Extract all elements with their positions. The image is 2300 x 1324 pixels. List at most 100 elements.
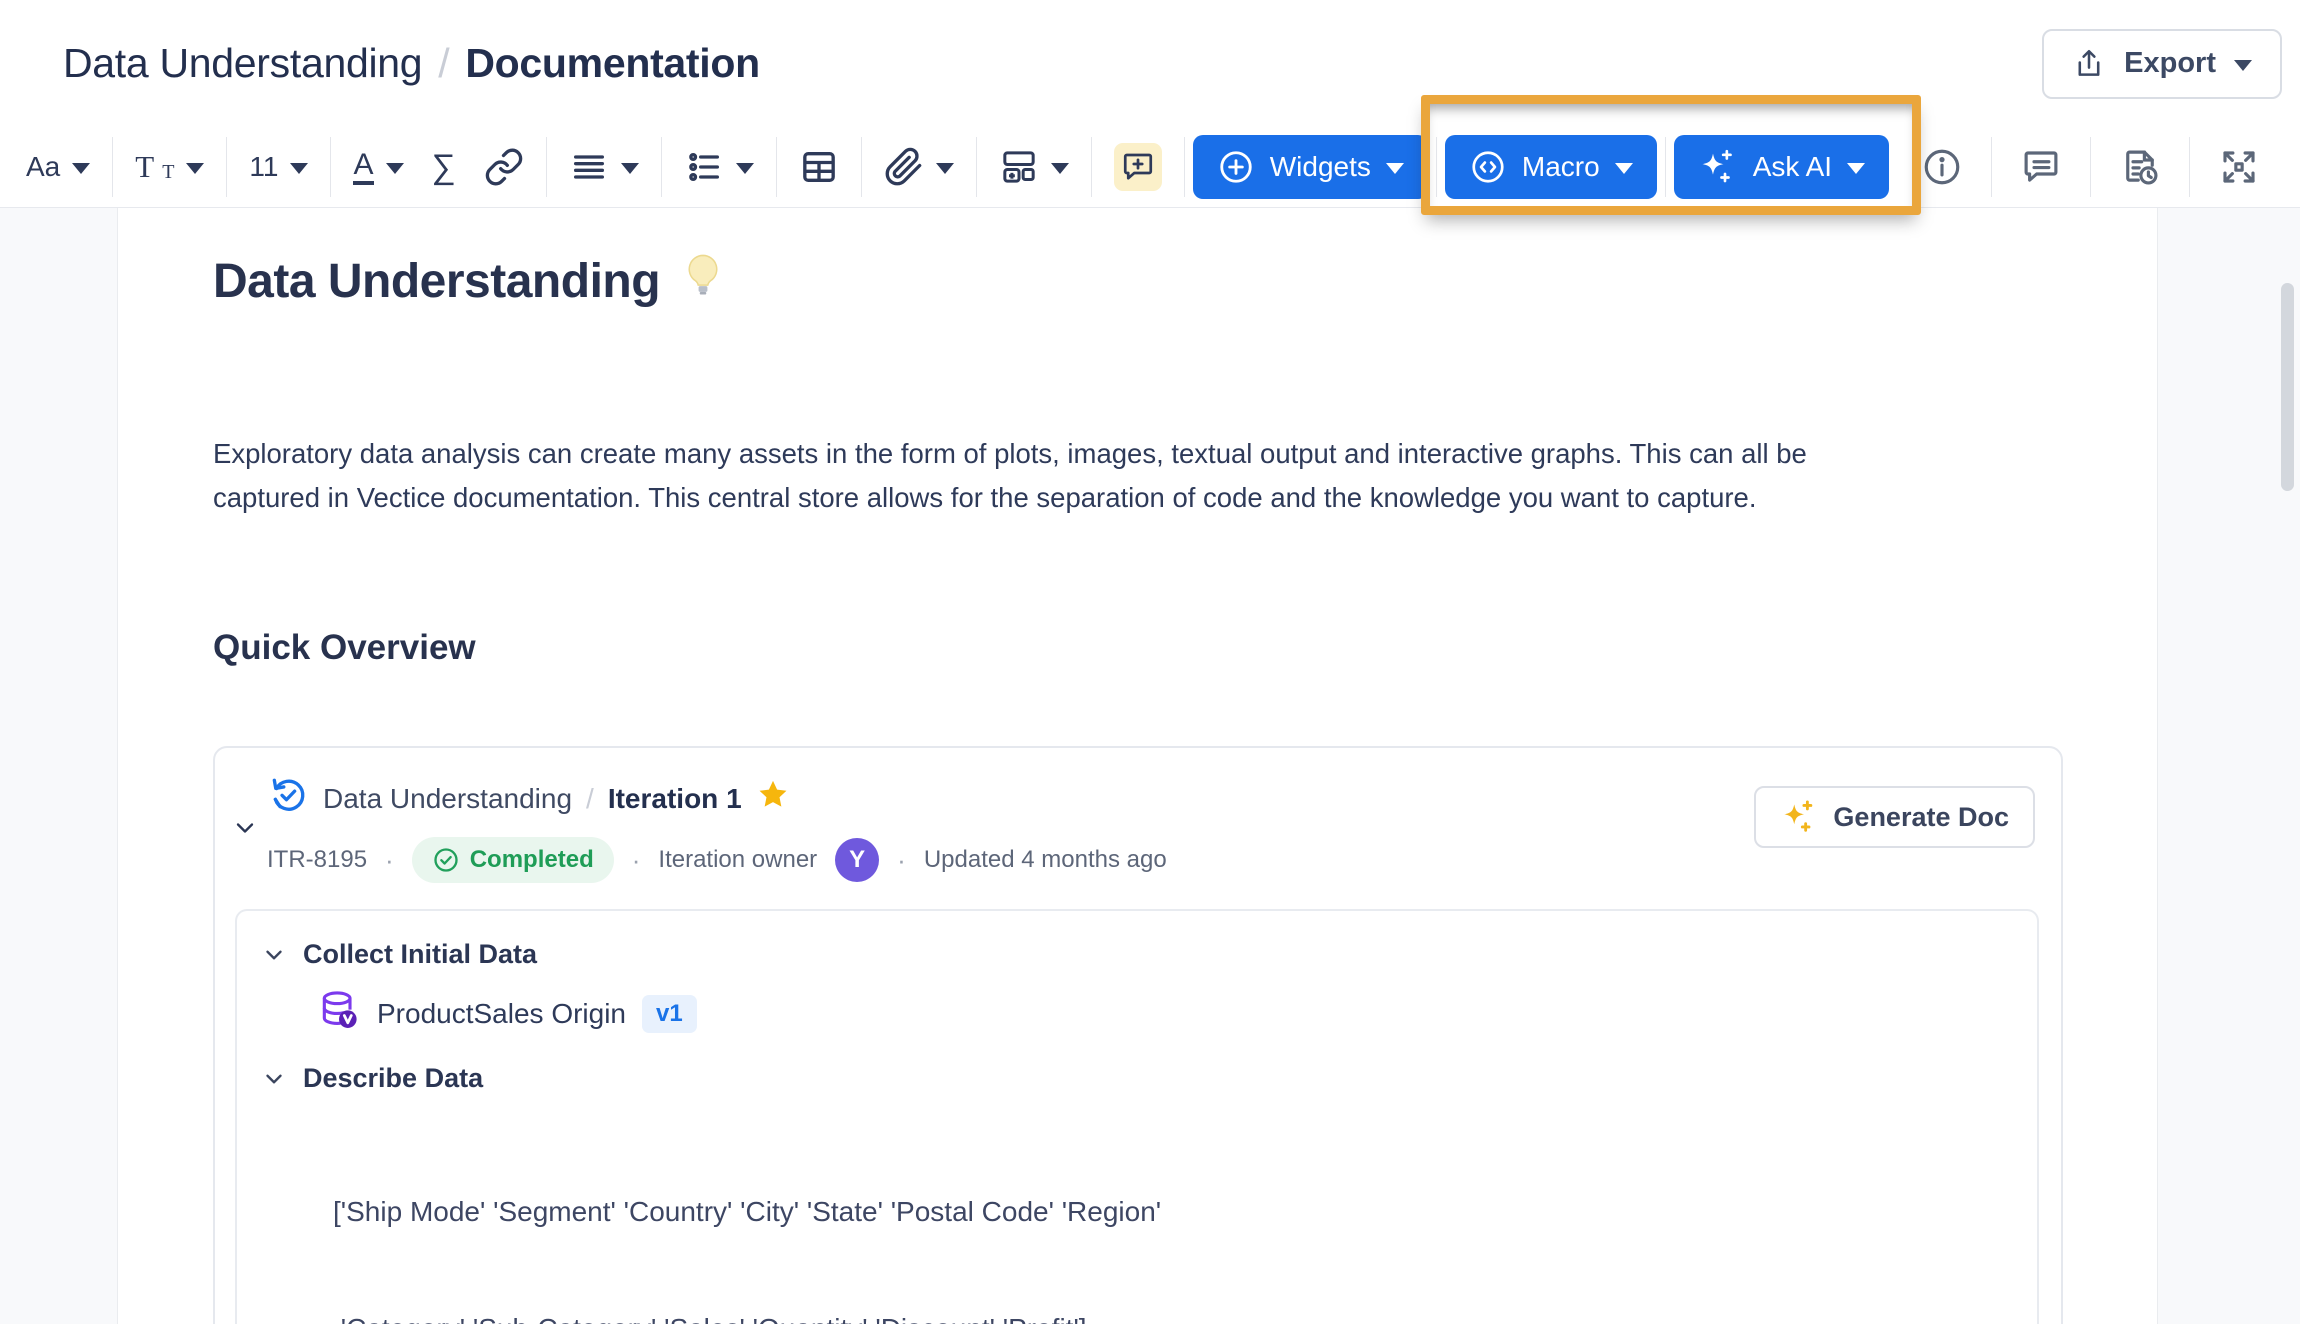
document-paragraph[interactable]: Exploratory data analysis can create man… xyxy=(213,432,2062,520)
text-type-dropdown[interactable]: T T xyxy=(121,149,218,185)
info-button[interactable] xyxy=(1901,146,1983,188)
toolbar-divider xyxy=(861,137,862,197)
font-size-value: 11 xyxy=(249,151,278,183)
widgets-label: Widgets xyxy=(1270,151,1371,183)
layout-dropdown[interactable] xyxy=(985,147,1083,187)
iteration-card-header: Data Understanding / Iteration 1 ITR-819… xyxy=(215,748,2061,883)
link-icon xyxy=(484,147,524,187)
status-badge: Completed xyxy=(412,837,614,883)
iteration-phase-link[interactable]: Data Understanding xyxy=(323,783,572,815)
table-button[interactable] xyxy=(785,147,853,187)
describe-data-output: ['Ship Mode' 'Segment' 'Country' 'City' … xyxy=(333,1114,2007,1324)
toolbar-divider xyxy=(546,137,547,197)
toolbar-divider xyxy=(2090,137,2091,197)
chevron-down-icon xyxy=(736,163,754,174)
dataset-name[interactable]: ProductSales Origin xyxy=(377,998,626,1030)
toolbar-divider xyxy=(112,137,113,197)
editor-toolbar: Aa T T 11 A ∑ xyxy=(0,127,2300,208)
font-style-label: Aa xyxy=(26,151,60,183)
text-color-dropdown[interactable]: A xyxy=(339,149,417,185)
chevron-down-icon xyxy=(386,163,404,174)
app-header: Data Understanding / Documentation Expor… xyxy=(0,0,2300,127)
macro-label: Macro xyxy=(1522,151,1600,183)
generate-doc-button[interactable]: Generate Doc xyxy=(1754,786,2035,848)
chevron-down-icon xyxy=(1847,163,1865,174)
text-color-icon: A xyxy=(353,149,373,185)
ask-ai-button[interactable]: Ask AI xyxy=(1674,135,1889,199)
comment-icon xyxy=(2020,146,2062,188)
toolbar-divider xyxy=(226,137,227,197)
iteration-breadcrumb: Data Understanding / Iteration 1 xyxy=(267,774,1167,823)
document-canvas: Data Understanding Exploratory data anal… xyxy=(0,208,2300,1324)
document-title-text: Data Understanding xyxy=(213,254,660,309)
toolbar-divider xyxy=(976,137,977,197)
info-icon xyxy=(1921,146,1963,188)
document-page[interactable]: Data Understanding Exploratory data anal… xyxy=(117,208,2158,1324)
iteration-name[interactable]: Iteration 1 xyxy=(608,783,742,815)
generate-doc-label: Generate Doc xyxy=(1833,802,2009,833)
align-icon xyxy=(569,147,609,187)
iteration-widget-card: Data Understanding / Iteration 1 ITR-819… xyxy=(213,746,2063,1324)
iteration-meta-row: ITR-8195 · Completed · Iteration owner Y… xyxy=(267,837,1167,883)
step-collect-initial-data[interactable]: Collect Initial Data xyxy=(261,939,2007,970)
export-button[interactable]: Export xyxy=(2042,29,2282,99)
export-icon xyxy=(2072,47,2106,81)
font-size-dropdown[interactable]: 11 xyxy=(235,151,322,183)
export-caret-icon xyxy=(2234,60,2252,71)
updated-timestamp: Updated 4 months ago xyxy=(924,846,1167,874)
overview-heading: Quick Overview xyxy=(213,628,2062,668)
toolbar-divider xyxy=(1991,137,1992,197)
link-button[interactable] xyxy=(470,147,538,187)
formula-icon: ∑ xyxy=(432,148,456,187)
chevron-down-icon xyxy=(1051,163,1069,174)
text-type-icon: T xyxy=(135,149,154,185)
breadcrumb: Data Understanding / Documentation xyxy=(63,40,760,87)
step-describe-data[interactable]: Describe Data xyxy=(261,1063,2007,1094)
toolbar-divider xyxy=(2189,137,2190,197)
highlight-annotation-group: Macro Ask AI xyxy=(1445,135,1889,199)
attachment-dropdown[interactable] xyxy=(870,147,968,187)
dataset-version-badge[interactable]: v1 xyxy=(642,995,697,1033)
breadcrumb-separator: / xyxy=(438,40,449,87)
toolbar-divider xyxy=(1091,137,1092,197)
toolbar-divider xyxy=(1436,137,1437,197)
chevron-down-icon xyxy=(290,163,308,174)
dataset-asset-row[interactable]: ProductSales Origin v1 xyxy=(317,988,2007,1039)
chevron-down-icon xyxy=(72,163,90,174)
fullscreen-button[interactable] xyxy=(2198,146,2280,188)
chevron-down-icon xyxy=(1386,163,1404,174)
widgets-button[interactable]: Widgets xyxy=(1193,135,1428,199)
document-title: Data Understanding xyxy=(213,252,2062,310)
star-icon[interactable] xyxy=(756,778,790,819)
avatar[interactable]: Y xyxy=(835,838,879,882)
macro-button[interactable]: Macro xyxy=(1445,135,1657,199)
chevron-down-icon xyxy=(1615,163,1633,174)
dataset-version-icon xyxy=(317,988,361,1039)
breadcrumb-project[interactable]: Data Understanding xyxy=(63,40,422,87)
paperclip-icon xyxy=(884,147,924,187)
table-icon xyxy=(799,147,839,187)
formula-button[interactable]: ∑ xyxy=(418,148,470,187)
toolbar-divider xyxy=(661,137,662,197)
version-history-button[interactable] xyxy=(2099,146,2181,188)
bulb-icon xyxy=(680,252,726,310)
add-comment-icon xyxy=(1114,143,1162,191)
list-dropdown[interactable] xyxy=(670,147,768,187)
comments-button[interactable] xyxy=(2000,146,2082,188)
layout-icon xyxy=(999,147,1039,187)
iteration-id: ITR-8195 xyxy=(267,846,367,874)
toolbar-divider xyxy=(1665,137,1666,197)
fullscreen-icon xyxy=(2218,146,2260,188)
font-style-dropdown[interactable]: Aa xyxy=(12,151,104,183)
toolbar-divider xyxy=(330,137,331,197)
collapse-chevron-icon[interactable] xyxy=(231,814,259,847)
add-comment-button[interactable] xyxy=(1100,143,1176,191)
bullet-list-icon xyxy=(684,147,724,187)
chevron-down-icon xyxy=(621,163,639,174)
chevron-down-icon xyxy=(936,163,954,174)
vertical-scrollbar[interactable] xyxy=(2281,283,2294,491)
iteration-steps-panel: Collect Initial Data xyxy=(235,909,2039,1324)
iteration-icon xyxy=(267,774,309,823)
align-dropdown[interactable] xyxy=(555,147,653,187)
chevron-down-icon xyxy=(186,163,204,174)
